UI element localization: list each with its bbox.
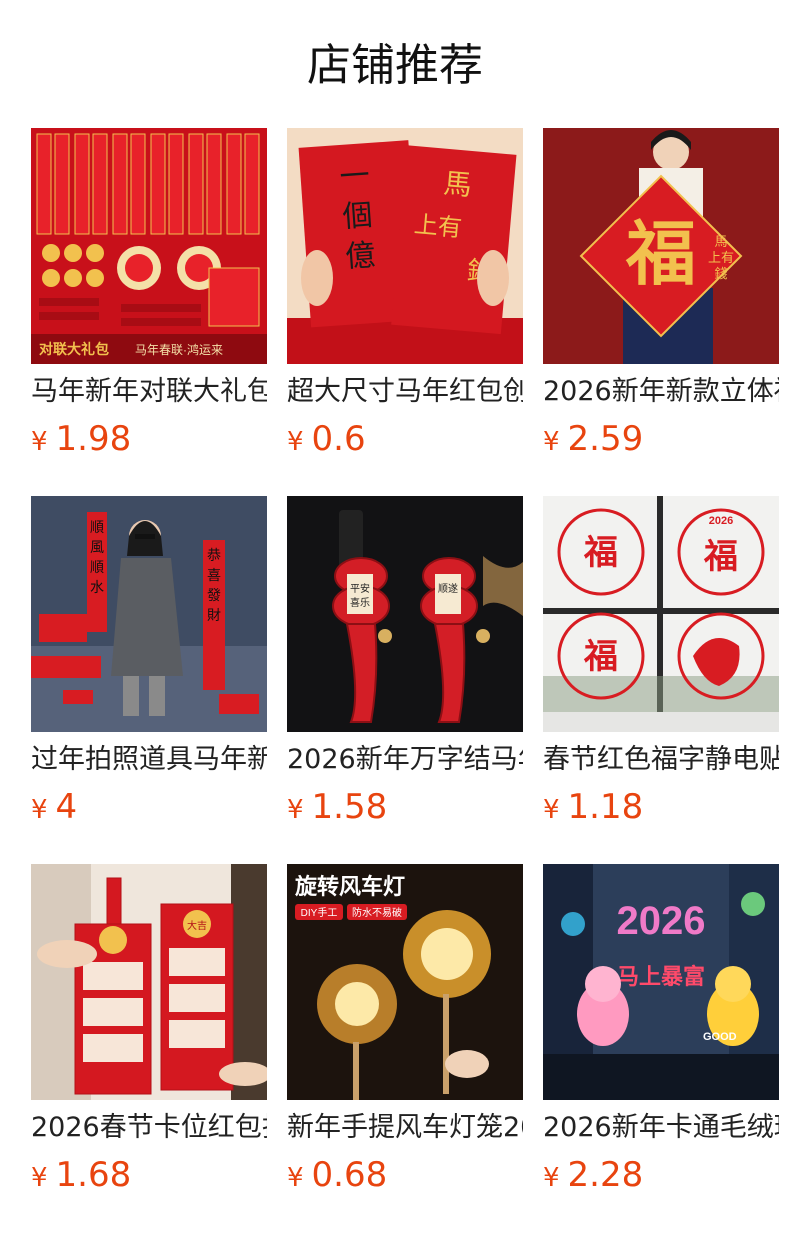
product-price: ¥2.59 xyxy=(543,418,643,460)
price-value: 0.68 xyxy=(311,1155,388,1195)
product-card[interactable]: 对联大礼包 马年春联·鸿运来 马年新年对联大礼包 ¥1.98 xyxy=(31,128,267,464)
cartoon-horse-image[interactable]: 2026 马上暴富 GOOD xyxy=(543,864,779,1100)
product-price: ¥4 xyxy=(31,786,77,828)
good-graphic: GOOD xyxy=(703,1031,737,1043)
product-price: ¥1.98 xyxy=(31,418,131,460)
product-name[interactable]: 2026新年万字结马年挂件 xyxy=(287,742,523,778)
page-title: 店铺推荐 xyxy=(307,40,483,91)
currency-symbol: ¥ xyxy=(287,1163,304,1193)
packet-label: 大吉 xyxy=(187,919,207,932)
svg-text:風: 風 xyxy=(90,539,104,555)
product-name[interactable]: 新年手提风车灯笼2026 xyxy=(287,1110,523,1146)
svg-text:財: 財 xyxy=(207,607,221,623)
currency-symbol: ¥ xyxy=(543,795,560,825)
svg-text:個: 個 xyxy=(341,199,373,234)
currency-symbol: ¥ xyxy=(543,1163,560,1193)
photo-props-image[interactable]: 順風順水 恭喜發財 xyxy=(31,496,267,732)
fu-character-image[interactable]: 福 馬 上有 錢 xyxy=(543,128,779,364)
product-card[interactable]: 2026 马上暴富 GOOD 2026新年卡通毛绒玩偶 ¥2.28 xyxy=(543,864,779,1200)
year-graphic: 2026 xyxy=(617,899,706,943)
product-card[interactable]: 一 個 億 馬 上有 錢 超大尺寸马年红包创意 ¥0.6 xyxy=(287,128,523,464)
svg-text:上有: 上有 xyxy=(413,211,463,242)
currency-symbol: ¥ xyxy=(287,427,304,457)
svg-text:福: 福 xyxy=(703,538,738,576)
product-name[interactable]: 2026新年新款立体福字 xyxy=(543,374,779,410)
svg-text:喜: 喜 xyxy=(207,567,221,583)
price-value: 4 xyxy=(55,787,78,827)
couplet-pack-label: 对联大礼包 xyxy=(39,341,109,357)
shop-recommend-page: 店铺推荐 对联大礼包 马年春联·鸿运来 马年新年对联大礼包 ¥ 1.98 一 個… xyxy=(0,0,790,1234)
price-value: 2.28 xyxy=(567,1155,644,1195)
product-card[interactable]: 平安 喜乐 顺遂 2026新年万字结马年挂件 ¥1.58 xyxy=(287,496,523,832)
svg-text:億: 億 xyxy=(344,239,376,274)
product-price: ¥0.6 xyxy=(287,418,366,460)
product-card[interactable]: 大吉 2026春节卡位红包折叠 ¥1.68 xyxy=(31,864,267,1200)
product-name[interactable]: 超大尺寸马年红包创意 xyxy=(287,374,523,410)
currency-symbol: ¥ xyxy=(287,795,304,825)
couplet-pack-subtitle: 马年春联·鸿运来 xyxy=(135,343,223,357)
price-value: 0.6 xyxy=(311,419,366,459)
svg-text:錢: 錢 xyxy=(714,266,727,281)
svg-text:水: 水 xyxy=(90,579,104,595)
svg-text:顺遂: 顺遂 xyxy=(438,582,458,595)
price-value: 1.98 xyxy=(55,419,132,459)
svg-text:一: 一 xyxy=(339,159,371,194)
product-grid: 对联大礼包 马年春联·鸿运来 马年新年对联大礼包 ¥1.98 一 個 億 馬 上… xyxy=(31,128,781,1200)
product-price: ¥0.68 xyxy=(287,1154,387,1196)
svg-text:平安: 平安 xyxy=(350,582,370,595)
svg-text:順: 順 xyxy=(90,519,104,535)
svg-text:福: 福 xyxy=(583,638,618,676)
currency-symbol: ¥ xyxy=(31,795,48,825)
product-price: ¥1.68 xyxy=(31,1154,131,1196)
product-card[interactable]: 順風順水 恭喜發財 过年拍照道具马年新春 ¥4 xyxy=(31,496,267,832)
product-card[interactable]: 福 福 2026 福 春节红色福字静电贴 ¥1.18 xyxy=(543,496,779,832)
product-name[interactable]: 春节红色福字静电贴 xyxy=(543,742,779,778)
svg-text:馬: 馬 xyxy=(714,234,727,249)
product-price: ¥1.58 xyxy=(287,786,387,828)
svg-text:發: 發 xyxy=(207,587,221,603)
lantern-headline: 旋转风车灯 xyxy=(295,874,405,899)
currency-symbol: ¥ xyxy=(543,427,560,457)
svg-text:上有: 上有 xyxy=(708,250,734,265)
product-card[interactable]: 福 馬 上有 錢 2026新年新款立体福字 ¥2.59 xyxy=(543,128,779,464)
knot-ornament-image[interactable]: 平安 喜乐 顺遂 xyxy=(287,496,523,732)
red-envelope-image[interactable]: 一 個 億 馬 上有 錢 xyxy=(287,128,523,364)
svg-text:恭: 恭 xyxy=(207,547,221,563)
svg-text:福: 福 xyxy=(625,215,696,293)
pinwheel-lantern-image[interactable]: 旋转风车灯 DIY手工 防水不易破 xyxy=(287,864,523,1100)
product-price: ¥2.28 xyxy=(543,1154,643,1196)
lantern-tag-diy: DIY手工 xyxy=(301,906,338,919)
product-price: ¥1.18 xyxy=(543,786,643,828)
product-name[interactable]: 2026新年卡通毛绒玩偶 xyxy=(543,1110,779,1146)
window-sticker-image[interactable]: 福 福 2026 福 xyxy=(543,496,779,732)
svg-text:順: 順 xyxy=(90,559,104,575)
price-value: 2.59 xyxy=(567,419,644,459)
price-value: 1.18 xyxy=(567,787,644,827)
folding-red-packet-image[interactable]: 大吉 xyxy=(31,864,267,1100)
slogan-graphic: 马上暴富 xyxy=(617,964,705,989)
price-value: 1.68 xyxy=(55,1155,132,1195)
product-name[interactable]: 过年拍照道具马年新春 xyxy=(31,742,267,778)
product-name[interactable]: 马年新年对联大礼包 xyxy=(31,374,267,410)
svg-text:2026: 2026 xyxy=(709,515,733,527)
currency-symbol: ¥ xyxy=(31,1163,48,1193)
svg-text:福: 福 xyxy=(583,534,618,572)
product-card[interactable]: 旋转风车灯 DIY手工 防水不易破 新年手提风车灯笼2026 ¥0.68 xyxy=(287,864,523,1200)
price-value: 1.58 xyxy=(311,787,388,827)
svg-text:馬: 馬 xyxy=(442,168,473,201)
currency-symbol: ¥ xyxy=(31,427,48,457)
svg-text:喜乐: 喜乐 xyxy=(350,596,370,609)
lantern-tag-waterproof: 防水不易破 xyxy=(352,906,402,919)
product-name[interactable]: 2026春节卡位红包折叠 xyxy=(31,1110,267,1146)
couplet-gift-pack-image[interactable]: 对联大礼包 马年春联·鸿运来 xyxy=(31,128,267,364)
